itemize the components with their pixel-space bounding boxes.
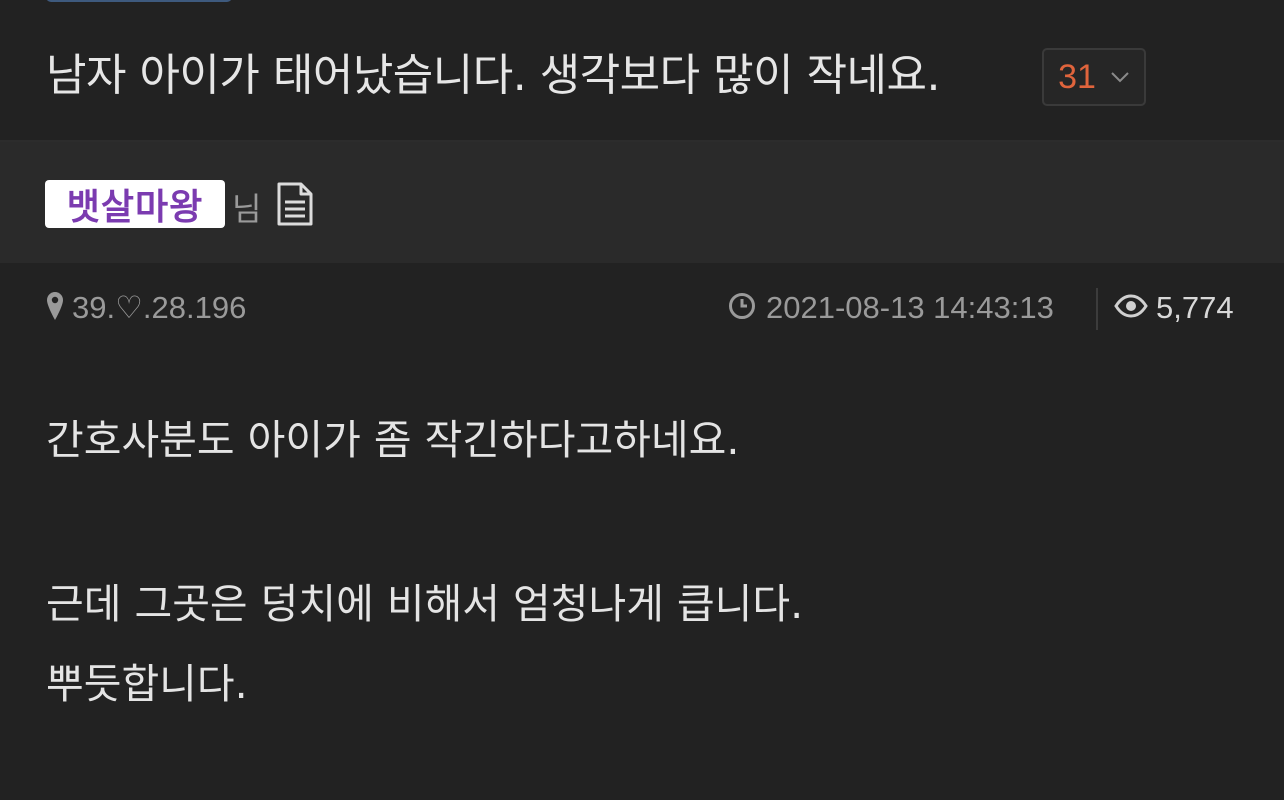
author-bar: 뱃살마왕 님 bbox=[0, 142, 1284, 263]
author-nickname: 뱃살마왕 bbox=[66, 187, 204, 228]
body-paragraph: 뿌듯합니다. bbox=[46, 660, 248, 708]
body-blank-line bbox=[46, 480, 1246, 564]
post-title: 남자 아이가 태어났습니다. 생각보다 많이 작네요. bbox=[46, 50, 941, 101]
post-body: 간호사분도 아이가 좀 작긴하다고하네요. 근데 그곳은 덩치에 비해서 엄청나… bbox=[46, 400, 1246, 724]
clock-icon bbox=[728, 292, 756, 324]
view-count: 5,774 bbox=[1114, 290, 1234, 326]
ip-address: 39.♡.28.196 bbox=[72, 290, 247, 325]
document-icon[interactable] bbox=[276, 182, 314, 230]
post-datetime: 2021-08-13 14:43:13 bbox=[728, 290, 1054, 326]
author-nickname-badge[interactable]: 뱃살마왕 bbox=[45, 180, 225, 228]
body-paragraph: 간호사분도 아이가 좀 작긴하다고하네요. bbox=[46, 416, 740, 464]
body-paragraph: 근데 그곳은 덩치에 비해서 엄청나게 큽니다. bbox=[46, 580, 804, 628]
comment-count-button[interactable]: 31 bbox=[1042, 48, 1146, 106]
post-meta: 39.♡.28.196 2021-08-13 14:43:13 5,774 bbox=[0, 280, 1284, 340]
post-view: 남자 아이가 태어났습니다. 생각보다 많이 작네요. 31 뱃살마왕 님 39… bbox=[0, 0, 1284, 800]
meta-divider bbox=[1096, 288, 1098, 330]
ip-info: 39.♡.28.196 bbox=[46, 290, 246, 326]
author-honorific: 님 bbox=[232, 190, 262, 228]
views-count: 5,774 bbox=[1156, 290, 1234, 325]
eye-icon bbox=[1114, 294, 1148, 322]
category-tab[interactable] bbox=[46, 0, 232, 2]
chevron-down-icon bbox=[1110, 68, 1130, 87]
map-pin-icon bbox=[46, 291, 64, 325]
comment-count: 31 bbox=[1058, 57, 1096, 96]
datetime-text: 2021-08-13 14:43:13 bbox=[766, 290, 1054, 325]
post-header: 남자 아이가 태어났습니다. 생각보다 많이 작네요. 31 bbox=[0, 0, 1284, 142]
